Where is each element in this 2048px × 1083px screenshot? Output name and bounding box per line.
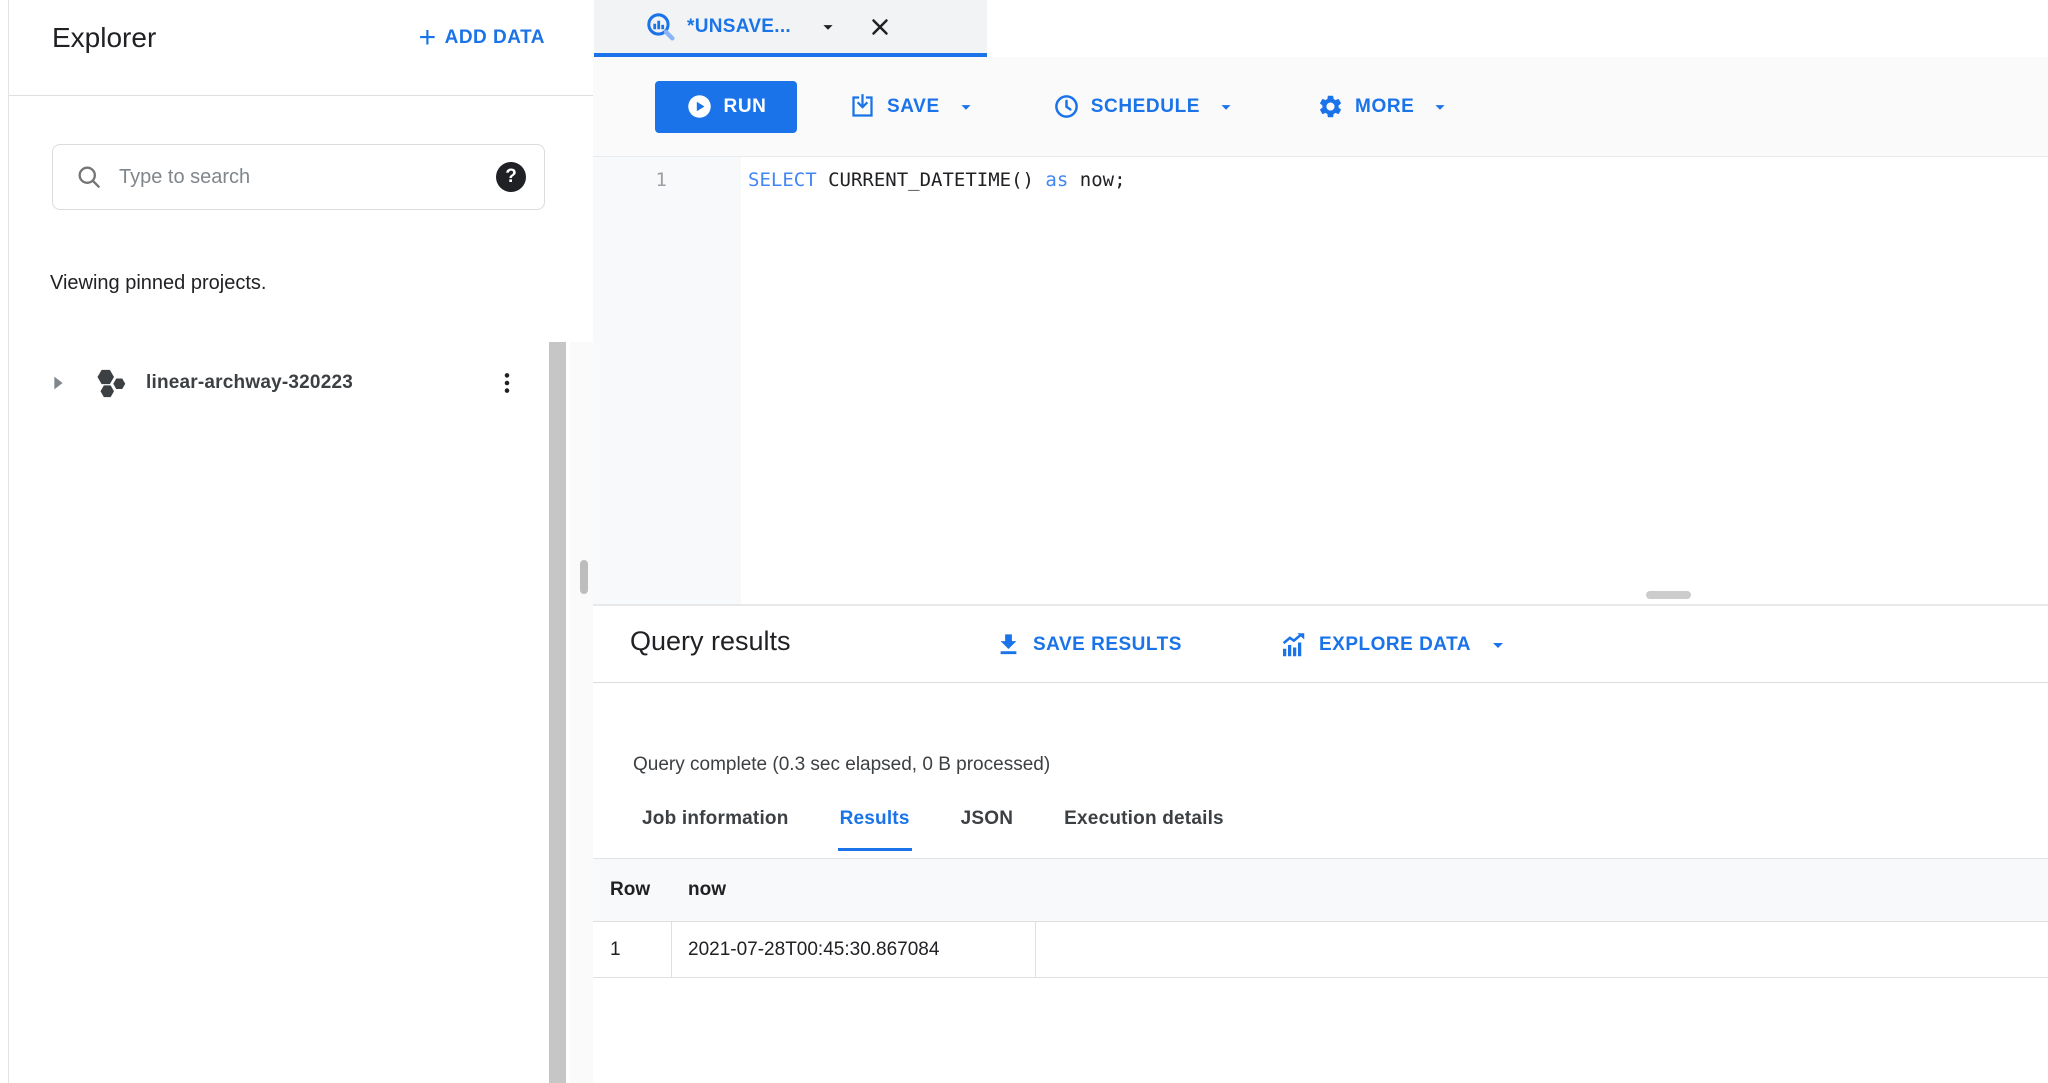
editor-gutter: 1 bbox=[593, 157, 741, 604]
inner-scrollbar-thumb[interactable] bbox=[580, 560, 588, 594]
sql-alias: now; bbox=[1068, 169, 1126, 191]
chart-icon bbox=[1278, 630, 1308, 660]
column-header-row: Row bbox=[610, 879, 651, 900]
search-icon bbox=[75, 163, 103, 191]
run-button[interactable]: RUN bbox=[655, 80, 797, 133]
cell-now-value: 2021-07-28T00:45:30.867084 bbox=[672, 922, 1036, 977]
run-label: RUN bbox=[723, 95, 767, 117]
query-status: Query complete (0.3 sec elapsed, 0 B pro… bbox=[633, 754, 1051, 775]
query-tab[interactable]: *UNSAVE... bbox=[594, 0, 987, 57]
cell-row-number: 1 bbox=[593, 922, 672, 977]
explorer-panel: Explorer + ADD DATA ? Viewing pinned pro… bbox=[0, 0, 593, 1083]
save-results-label: SAVE RESULTS bbox=[1033, 633, 1182, 655]
sidebar-scrollbar-track[interactable] bbox=[570, 342, 593, 1083]
schedule-caret-icon bbox=[1215, 96, 1237, 118]
project-menu-button[interactable] bbox=[494, 352, 520, 414]
close-tab-icon[interactable] bbox=[867, 14, 893, 40]
editor-panel: *UNSAVE... RUN SAVE SCHEDULE MORE 1 SELE… bbox=[593, 0, 2048, 1083]
results-table: Row now 1 2021-07-28T00:45:30.867084 bbox=[593, 858, 2048, 978]
explore-caret-icon bbox=[1486, 633, 1510, 657]
left-edge-divider bbox=[8, 0, 9, 1083]
sidebar-scrollbar-thumb[interactable] bbox=[549, 342, 566, 1083]
line-number: 1 bbox=[655, 169, 667, 191]
tab-job-information[interactable]: Job information bbox=[640, 802, 791, 851]
query-results-panel: Query results SAVE RESULTS EXPLORE DATA … bbox=[593, 606, 2048, 1083]
tab-results[interactable]: Results bbox=[837, 802, 912, 851]
explore-data-button[interactable]: EXPLORE DATA bbox=[1278, 606, 1510, 683]
save-button[interactable]: SAVE bbox=[849, 93, 977, 120]
project-name: linear-archway-320223 bbox=[146, 372, 353, 393]
explorer-header: Explorer + ADD DATA bbox=[9, 0, 593, 96]
tab-caret-icon[interactable] bbox=[817, 16, 839, 38]
sql-code-line: SELECT CURRENT_DATETIME() as now; bbox=[748, 169, 1126, 191]
tab-execution-details[interactable]: Execution details bbox=[1062, 802, 1226, 851]
project-icon bbox=[93, 365, 129, 401]
more-caret-icon bbox=[1429, 96, 1451, 118]
bigquery-console: Explorer + ADD DATA ? Viewing pinned pro… bbox=[0, 0, 2048, 1083]
table-row: 1 2021-07-28T00:45:30.867084 bbox=[593, 922, 2048, 978]
add-data-button[interactable]: + ADD DATA bbox=[419, 16, 545, 60]
add-data-label: ADD DATA bbox=[444, 27, 545, 48]
query-tab-label: *UNSAVE... bbox=[687, 15, 792, 37]
plus-icon: + bbox=[418, 21, 437, 54]
save-icon bbox=[849, 93, 876, 120]
save-caret-icon bbox=[955, 96, 977, 118]
sql-editor[interactable]: 1 SELECT CURRENT_DATETIME() as now; bbox=[593, 157, 2048, 604]
explorer-title: Explorer bbox=[52, 22, 157, 53]
query-results-header: Query results SAVE RESULTS EXPLORE DATA bbox=[593, 606, 2048, 683]
viewing-pinned-note: Viewing pinned projects. bbox=[50, 272, 267, 294]
sql-keyword-as: as bbox=[1045, 169, 1069, 191]
more-label: MORE bbox=[1355, 95, 1415, 117]
play-icon bbox=[686, 93, 713, 120]
search-box: ? bbox=[52, 144, 545, 210]
more-button[interactable]: MORE bbox=[1317, 93, 1451, 120]
help-icon[interactable]: ? bbox=[496, 162, 526, 192]
download-icon bbox=[995, 631, 1022, 658]
expand-arrow-icon[interactable] bbox=[47, 372, 69, 394]
query-results-title: Query results bbox=[630, 626, 791, 656]
save-results-button[interactable]: SAVE RESULTS bbox=[995, 606, 1182, 683]
editor-tabstrip: *UNSAVE... bbox=[593, 0, 2048, 57]
schedule-button[interactable]: SCHEDULE bbox=[1053, 93, 1237, 120]
panel-resize-handle[interactable] bbox=[1646, 591, 1691, 599]
save-label: SAVE bbox=[887, 95, 940, 117]
table-header-row: Row now bbox=[593, 858, 2048, 922]
tab-json[interactable]: JSON bbox=[959, 802, 1016, 851]
query-toolbar: RUN SAVE SCHEDULE MORE bbox=[593, 57, 2048, 157]
search-input[interactable] bbox=[119, 165, 496, 189]
gear-icon bbox=[1317, 93, 1344, 120]
sql-function: CURRENT_DATETIME() bbox=[816, 169, 1046, 191]
sql-keyword: SELECT bbox=[748, 169, 817, 191]
query-tab-icon bbox=[644, 10, 677, 43]
schedule-label: SCHEDULE bbox=[1090, 95, 1201, 117]
column-header-now: now bbox=[688, 879, 726, 900]
clock-icon bbox=[1053, 93, 1080, 120]
results-tab-bar: Job information Results JSON Execution d… bbox=[640, 802, 1226, 851]
explore-data-label: EXPLORE DATA bbox=[1319, 633, 1472, 655]
project-row[interactable]: linear-archway-320223 bbox=[0, 352, 523, 414]
